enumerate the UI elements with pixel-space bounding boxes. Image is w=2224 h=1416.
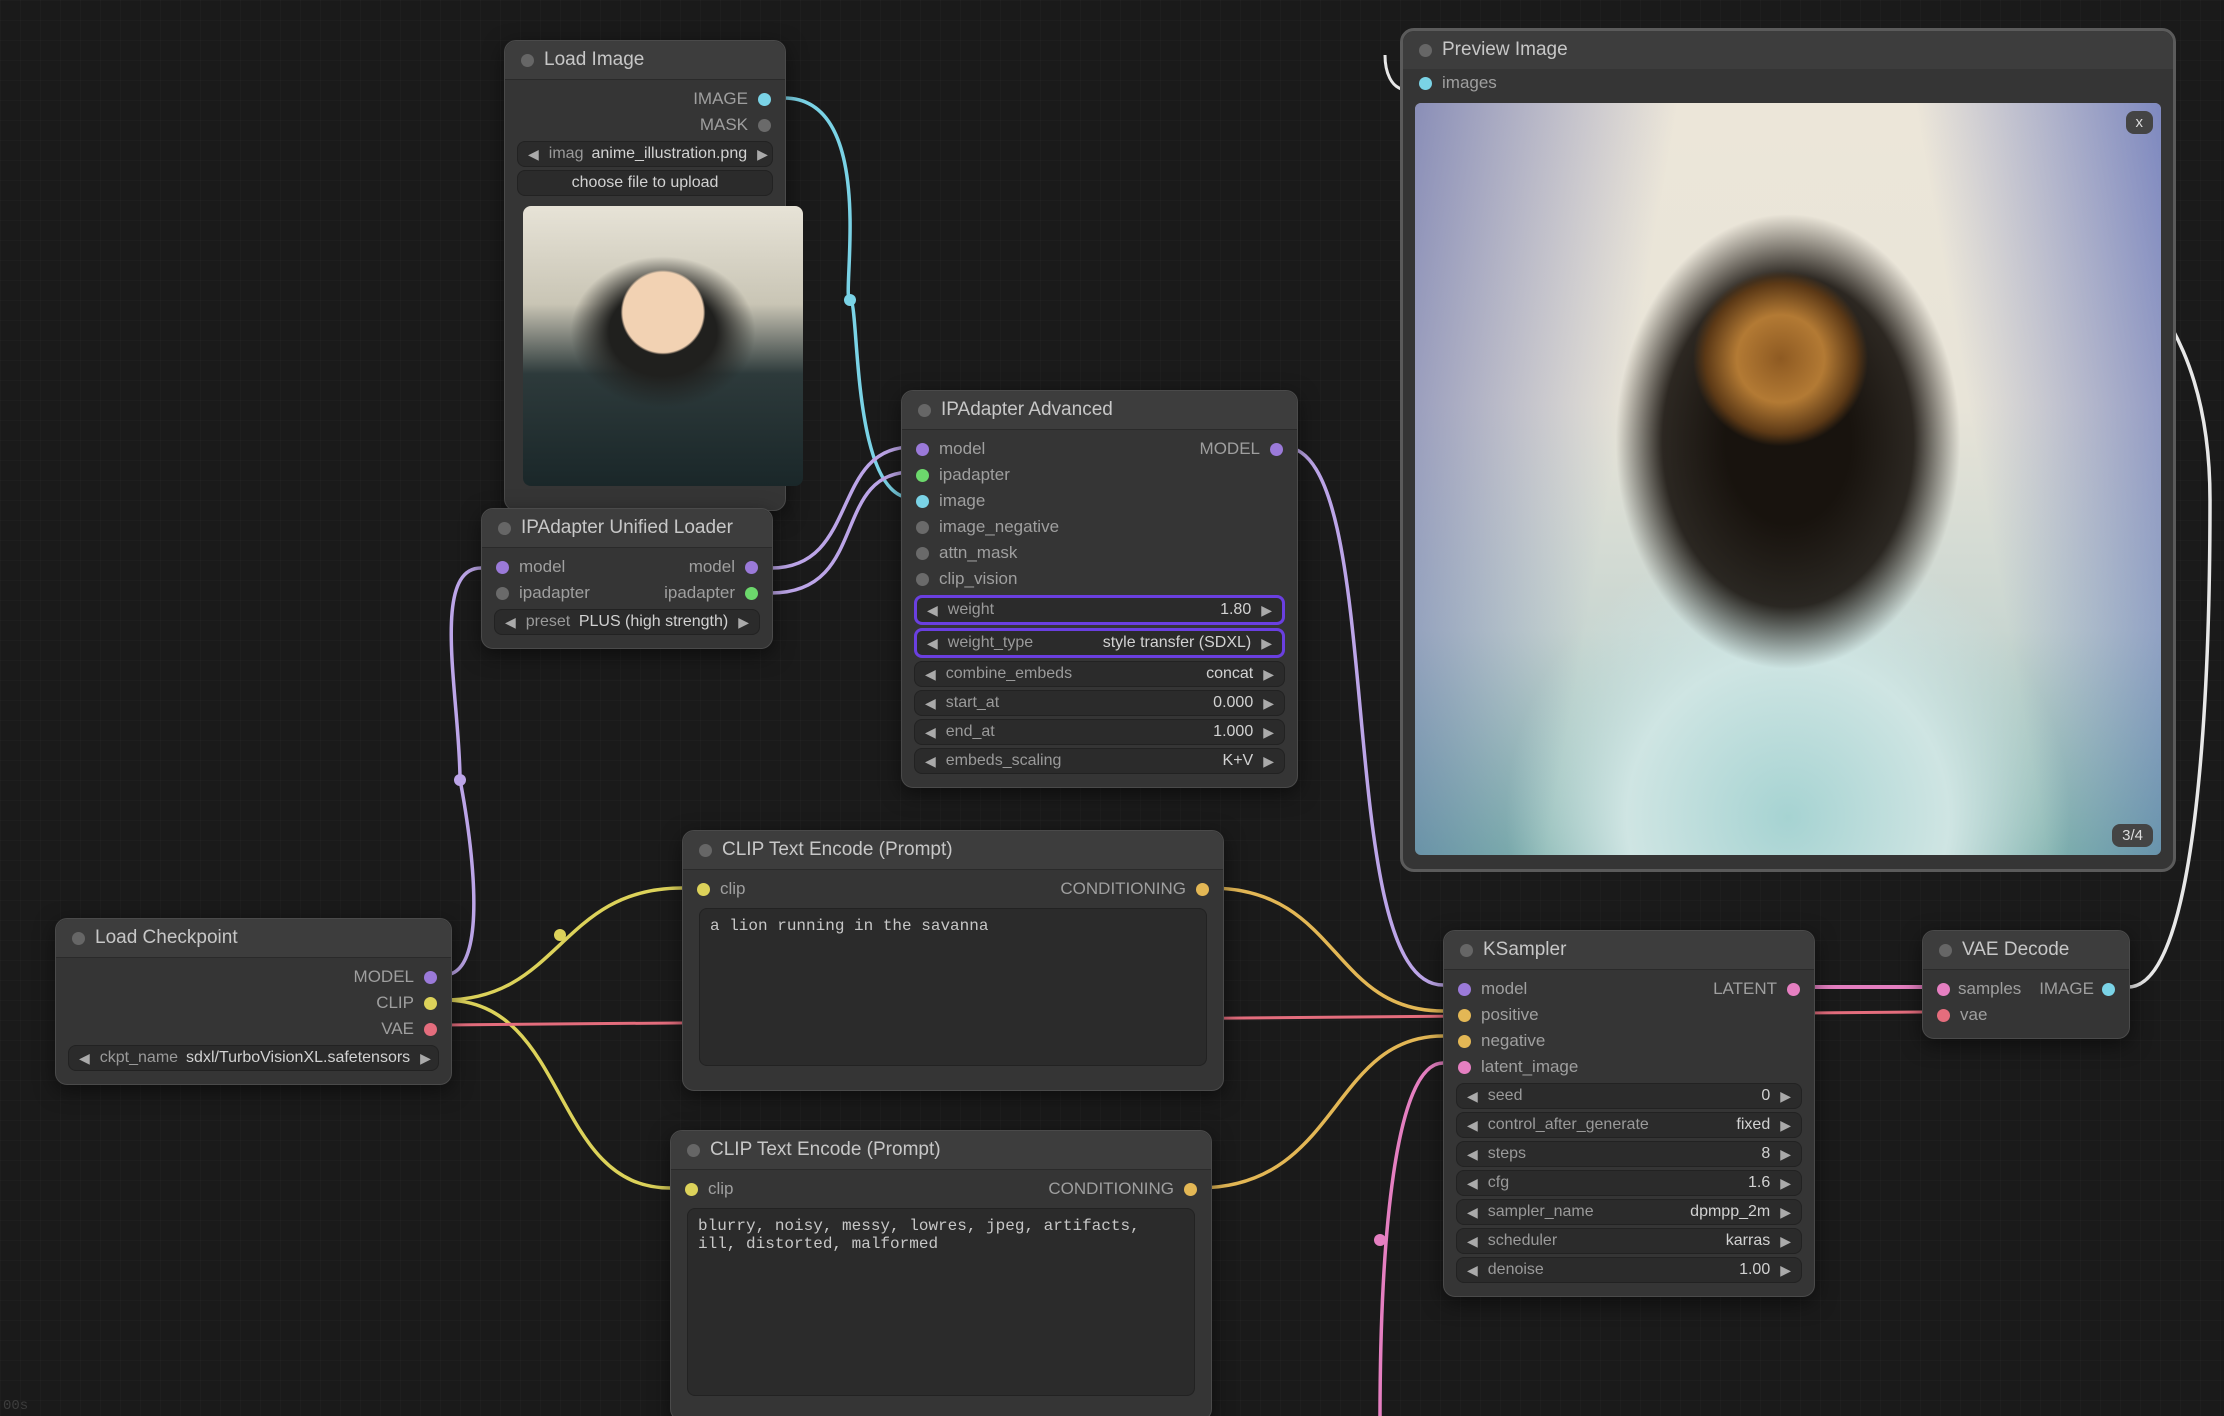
footer-stats: 00s [3, 1399, 28, 1413]
port-clip-in[interactable] [697, 883, 710, 896]
combine-embeds-field[interactable]: ◀combine_embedsconcat▶ [914, 661, 1285, 687]
port-model-out[interactable]: MODEL [56, 964, 451, 990]
port-positive-in[interactable]: positive [1444, 1002, 1814, 1028]
port-conditioning-out[interactable] [1196, 883, 1209, 896]
collapse-dot[interactable] [918, 404, 931, 417]
port-ipadapter-in[interactable] [496, 587, 509, 600]
prompt-textarea[interactable]: a lion running in the savanna [699, 908, 1207, 1066]
port-vae-in[interactable]: vae [1923, 1002, 2129, 1028]
port-attn-mask-in[interactable]: attn_mask [902, 540, 1297, 566]
port-negative-in[interactable]: negative [1444, 1028, 1814, 1054]
port-image-negative-in[interactable]: image_negative [902, 514, 1297, 540]
node-vae-decode[interactable]: VAE Decode samples IMAGE vae [1922, 930, 2130, 1039]
preview-viewport[interactable]: x 3/4 [1415, 103, 2161, 855]
port-model-out[interactable] [745, 561, 758, 574]
next-arrow-icon[interactable]: ▶ [755, 146, 770, 163]
next-arrow-icon[interactable]: ▶ [736, 614, 751, 631]
node-title[interactable]: CLIP Text Encode (Prompt) [671, 1131, 1211, 1170]
prompt-textarea[interactable]: blurry, noisy, messy, lowres, jpeg, arti… [687, 1208, 1195, 1396]
port-model-in[interactable] [916, 443, 929, 456]
scheduler-field[interactable]: ◀schedulerkarras▶ [1456, 1228, 1802, 1254]
node-title[interactable]: VAE Decode [1923, 931, 2129, 970]
embeds-scaling-field[interactable]: ◀embeds_scalingK+V▶ [914, 748, 1285, 774]
node-ipadapter-unified-loader[interactable]: IPAdapter Unified Loader model model ipa… [481, 508, 773, 649]
port-conditioning-out[interactable] [1184, 1183, 1197, 1196]
prev-arrow-icon[interactable]: ◀ [503, 614, 518, 631]
port-ipadapter-out[interactable] [745, 587, 758, 600]
port-latent-image-in[interactable]: latent_image [1444, 1054, 1814, 1080]
port-clip-vision-in[interactable]: clip_vision [902, 566, 1297, 592]
node-clip-text-encode-negative[interactable]: CLIP Text Encode (Prompt) clip CONDITION… [670, 1130, 1212, 1416]
preview-image [1415, 103, 2161, 855]
port-images-in[interactable] [1419, 77, 1432, 90]
image-thumbnail[interactable] [523, 206, 803, 486]
title-text: Load Image [544, 49, 644, 71]
port-vae-out[interactable]: VAE [56, 1016, 451, 1042]
node-ipadapter-advanced[interactable]: IPAdapter Advanced model MODEL ipadapter… [901, 390, 1298, 788]
port-clip-out[interactable]: CLIP [56, 990, 451, 1016]
control-after-generate-field[interactable]: ◀control_after_generatefixed▶ [1456, 1112, 1802, 1138]
collapse-dot[interactable] [521, 54, 534, 67]
port-model-in[interactable] [1458, 983, 1471, 996]
ckpt-name-field[interactable]: ◀ckpt_namesdxl/TurboVisionXL.safetensors… [68, 1045, 439, 1071]
node-title[interactable]: KSampler [1444, 931, 1814, 970]
port-image-in[interactable]: image [902, 488, 1297, 514]
node-load-checkpoint[interactable]: Load Checkpoint MODEL CLIP VAE ◀ckpt_nam… [55, 918, 452, 1085]
node-title[interactable]: IPAdapter Unified Loader [482, 509, 772, 548]
port-samples-in[interactable] [1937, 983, 1950, 996]
port-model-out[interactable] [1270, 443, 1283, 456]
preset-selector[interactable]: ◀ preset PLUS (high strength) ▶ [494, 609, 760, 635]
collapse-dot[interactable] [498, 522, 511, 535]
start-at-field[interactable]: ◀start_at0.000▶ [914, 690, 1285, 716]
port-clip-in[interactable] [685, 1183, 698, 1196]
port-latent-out[interactable] [1787, 983, 1800, 996]
prev-arrow-icon[interactable]: ◀ [526, 146, 541, 163]
node-clip-text-encode-positive[interactable]: CLIP Text Encode (Prompt) clip CONDITION… [682, 830, 1224, 1091]
node-load-image[interactable]: Load Image IMAGE MASK ◀ imag anime_illus… [504, 40, 786, 511]
port-model-in[interactable] [496, 561, 509, 574]
port-ipadapter-in[interactable]: ipadapter [902, 462, 1297, 488]
denoise-field[interactable]: ◀denoise1.00▶ [1456, 1257, 1802, 1283]
cfg-field[interactable]: ◀cfg1.6▶ [1456, 1170, 1802, 1196]
weight-type-field[interactable]: ◀weight_typestyle transfer (SDXL)▶ [914, 628, 1285, 658]
node-ksampler[interactable]: KSampler model LATENT positive negative … [1443, 930, 1815, 1297]
steps-field[interactable]: ◀steps8▶ [1456, 1141, 1802, 1167]
node-title[interactable]: Load Checkpoint [56, 919, 451, 958]
node-title[interactable]: Preview Image [1403, 31, 2173, 69]
node-title[interactable]: CLIP Text Encode (Prompt) [683, 831, 1223, 870]
close-button[interactable]: x [2126, 111, 2154, 134]
node-preview-image[interactable]: Preview Image images x 3/4 [1400, 28, 2176, 872]
weight-field[interactable]: ◀weight1.80▶ [914, 595, 1285, 625]
node-title[interactable]: Load Image [505, 41, 785, 80]
port-image-out[interactable]: IMAGE [505, 86, 785, 112]
file-selector[interactable]: ◀ imag anime_illustration.png ▶ [517, 141, 773, 167]
seed-field[interactable]: ◀seed0▶ [1456, 1083, 1802, 1109]
end-at-field[interactable]: ◀end_at1.000▶ [914, 719, 1285, 745]
collapse-dot[interactable] [72, 932, 85, 945]
upload-button[interactable]: choose file to upload [517, 170, 773, 196]
port-image-out[interactable] [2102, 983, 2115, 996]
sampler-name-field[interactable]: ◀sampler_namedpmpp_2m▶ [1456, 1199, 1802, 1225]
port-mask-out[interactable]: MASK [505, 112, 785, 138]
page-indicator: 3/4 [2112, 824, 2153, 847]
node-title[interactable]: IPAdapter Advanced [902, 391, 1297, 430]
